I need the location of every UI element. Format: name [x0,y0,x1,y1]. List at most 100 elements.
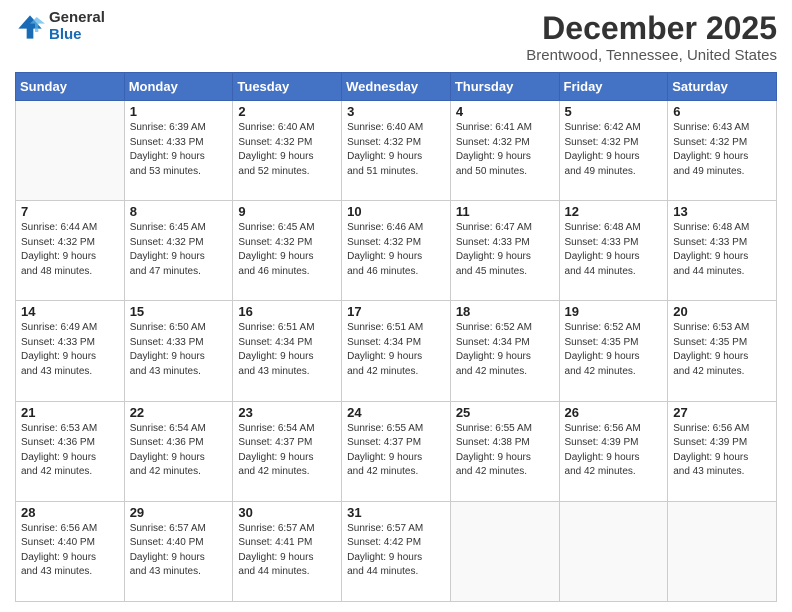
day-detail: Sunrise: 6:53 AMSunset: 4:36 PMDaylight:… [21,422,119,480]
calendar-day-cell: 14Sunrise: 6:49 AMSunset: 4:33 PMDayligh… [16,301,125,401]
calendar-day-cell: 15 Sunrise: 6:50 AMSunset: 4:33 PMDayligh… [124,301,233,401]
calendar-day-cell: 8 Sunrise: 6:45 AMSunset: 4:32 PMDaylight… [124,201,233,301]
calendar-week-row: 1Sunrise: 6:39 AMSunset: 4:33 PMDaylight… [16,101,777,201]
calendar-day-cell: 12 Sunrise: 6:48 AMSunset: 4:33 PMDayligh… [559,201,668,301]
day-detail: Sunrise: 6:40 AMSunset: 4:32 PMDaylight:… [347,121,445,179]
calendar-day-cell: 27 Sunrise: 6:56 AMSunset: 4:39 PMDayligh… [668,401,777,501]
calendar-day-cell: 24 Sunrise: 6:55 AMSunset: 4:37 PMDayligh… [342,401,451,501]
day-detail: Sunrise: 6:54 AMSunset: 4:37 PMDaylight:… [238,422,336,480]
day-detail: Sunrise: 6:52 AMSunset: 4:34 PMDaylight:… [456,321,554,379]
calendar-day-cell: 29 Sunrise: 6:57 AMSunset: 4:40 PMDayligh… [124,501,233,601]
calendar-header-cell: Friday [559,73,668,101]
calendar-week-row: 21 Sunrise: 6:53 AMSunset: 4:36 PMDayligh… [16,401,777,501]
calendar-day-cell: 23Sunrise: 6:54 AMSunset: 4:37 PMDayligh… [233,401,342,501]
calendar-header-row: SundayMondayTuesdayWednesdayThursdayFrid… [16,73,777,101]
calendar-header: SundayMondayTuesdayWednesdayThursdayFrid… [16,73,777,101]
logo-icon [15,12,45,42]
day-detail: Sunrise: 6:45 AMSunset: 4:32 PMDaylight:… [130,221,228,279]
logo-general-text: General [49,10,105,27]
day-detail: Sunrise: 6:52 AMSunset: 4:35 PMDaylight:… [565,321,663,379]
calendar-day-cell: 31 Sunrise: 6:57 AMSunset: 4:42 PMDayligh… [342,501,451,601]
calendar-day-cell: 17 Sunrise: 6:51 AMSunset: 4:34 PMDayligh… [342,301,451,401]
calendar-day-cell: 4 Sunrise: 6:41 AMSunset: 4:32 PMDaylight… [450,101,559,201]
page: General Blue December 2025 Brentwood, Te… [0,0,792,612]
day-number: 15 [130,304,228,319]
calendar-day-cell: 13Sunrise: 6:48 AMSunset: 4:33 PMDayligh… [668,201,777,301]
day-number: 2 [238,104,336,119]
day-number: 30 [238,505,336,520]
day-detail: Sunrise: 6:41 AMSunset: 4:32 PMDaylight:… [456,121,554,179]
day-number: 16 [238,304,336,319]
calendar-table: SundayMondayTuesdayWednesdayThursdayFrid… [15,72,777,602]
calendar-day-cell: 1Sunrise: 6:39 AMSunset: 4:33 PMDaylight… [124,101,233,201]
day-number: 3 [347,104,445,119]
calendar-day-cell [559,501,668,601]
calendar-day-cell: 20Sunrise: 6:53 AMSunset: 4:35 PMDayligh… [668,301,777,401]
header: General Blue December 2025 Brentwood, Te… [15,10,777,64]
day-number: 27 [673,405,771,420]
calendar-day-cell: 26 Sunrise: 6:56 AMSunset: 4:39 PMDayligh… [559,401,668,501]
calendar-day-cell: 16Sunrise: 6:51 AMSunset: 4:34 PMDayligh… [233,301,342,401]
calendar-header-cell: Monday [124,73,233,101]
day-number: 26 [565,405,663,420]
day-number: 6 [673,104,771,119]
day-number: 25 [456,405,554,420]
day-detail: Sunrise: 6:48 AMSunset: 4:33 PMDaylight:… [565,221,663,279]
calendar-week-row: 28 Sunrise: 6:56 AMSunset: 4:40 PMDayligh… [16,501,777,601]
day-number: 28 [21,505,119,520]
day-number: 17 [347,304,445,319]
logo-blue-text: Blue [49,27,105,44]
title-location: Brentwood, Tennessee, United States [526,47,777,64]
day-number: 10 [347,204,445,219]
day-detail: Sunrise: 6:57 AMSunset: 4:41 PMDaylight:… [238,522,336,580]
day-detail: Sunrise: 6:55 AMSunset: 4:37 PMDaylight:… [347,422,445,480]
day-detail: Sunrise: 6:46 AMSunset: 4:32 PMDaylight:… [347,221,445,279]
day-detail: Sunrise: 6:56 AMSunset: 4:40 PMDaylight:… [21,522,119,580]
calendar-header-cell: Tuesday [233,73,342,101]
day-detail: Sunrise: 6:56 AMSunset: 4:39 PMDaylight:… [673,422,771,480]
day-number: 24 [347,405,445,420]
day-number: 18 [456,304,554,319]
day-number: 8 [130,204,228,219]
calendar-header-cell: Thursday [450,73,559,101]
calendar-header-cell: Sunday [16,73,125,101]
calendar-day-cell: 19 Sunrise: 6:52 AMSunset: 4:35 PMDayligh… [559,301,668,401]
calendar-week-row: 7Sunrise: 6:44 AMSunset: 4:32 PMDaylight… [16,201,777,301]
day-number: 7 [21,204,119,219]
calendar-day-cell: 3 Sunrise: 6:40 AMSunset: 4:32 PMDaylight… [342,101,451,201]
calendar-day-cell [450,501,559,601]
day-detail: Sunrise: 6:45 AMSunset: 4:32 PMDaylight:… [238,221,336,279]
day-number: 11 [456,204,554,219]
day-number: 31 [347,505,445,520]
title-block: December 2025 Brentwood, Tennessee, Unit… [526,10,777,64]
day-detail: Sunrise: 6:57 AMSunset: 4:40 PMDaylight:… [130,522,228,580]
day-detail: Sunrise: 6:56 AMSunset: 4:39 PMDaylight:… [565,422,663,480]
calendar-day-cell [16,101,125,201]
day-number: 12 [565,204,663,219]
day-detail: Sunrise: 6:39 AMSunset: 4:33 PMDaylight:… [130,121,228,179]
day-number: 9 [238,204,336,219]
calendar-day-cell: 7Sunrise: 6:44 AMSunset: 4:32 PMDaylight… [16,201,125,301]
calendar-day-cell: 9 Sunrise: 6:45 AMSunset: 4:32 PMDaylight… [233,201,342,301]
day-number: 5 [565,104,663,119]
calendar-header-cell: Wednesday [342,73,451,101]
day-number: 22 [130,405,228,420]
calendar-day-cell: 10 Sunrise: 6:46 AMSunset: 4:32 PMDayligh… [342,201,451,301]
day-detail: Sunrise: 6:50 AMSunset: 4:33 PMDaylight:… [130,321,228,379]
calendar-day-cell: 6Sunrise: 6:43 AMSunset: 4:32 PMDaylight… [668,101,777,201]
calendar-week-row: 14Sunrise: 6:49 AMSunset: 4:33 PMDayligh… [16,301,777,401]
calendar-day-cell: 22Sunrise: 6:54 AMSunset: 4:36 PMDayligh… [124,401,233,501]
day-detail: Sunrise: 6:51 AMSunset: 4:34 PMDaylight:… [347,321,445,379]
calendar-day-cell: 5Sunrise: 6:42 AMSunset: 4:32 PMDaylight… [559,101,668,201]
day-detail: Sunrise: 6:57 AMSunset: 4:42 PMDaylight:… [347,522,445,580]
day-number: 4 [456,104,554,119]
calendar-header-cell: Saturday [668,73,777,101]
calendar-day-cell: 2Sunrise: 6:40 AMSunset: 4:32 PMDaylight… [233,101,342,201]
logo: General Blue [15,10,105,43]
day-number: 19 [565,304,663,319]
day-detail: Sunrise: 6:47 AMSunset: 4:33 PMDaylight:… [456,221,554,279]
day-number: 29 [130,505,228,520]
day-number: 21 [21,405,119,420]
calendar-day-cell: 25Sunrise: 6:55 AMSunset: 4:38 PMDayligh… [450,401,559,501]
day-detail: Sunrise: 6:49 AMSunset: 4:33 PMDaylight:… [21,321,119,379]
